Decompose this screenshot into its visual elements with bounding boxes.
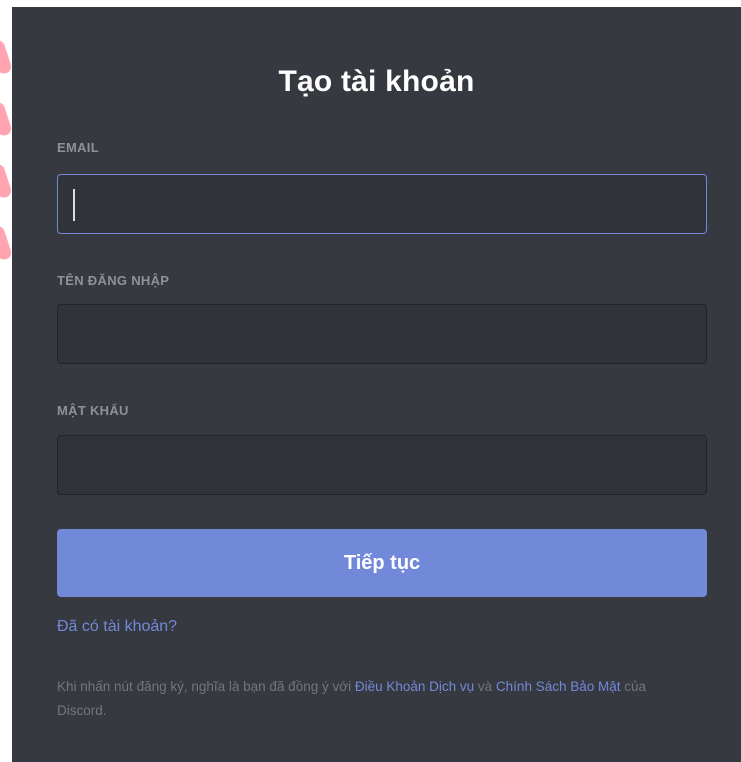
terms-of-service-link[interactable]: Điều Khoản Dịch vụ — [355, 679, 474, 694]
terms-notice: Khi nhấn nút đăng ký, nghĩa là bạn đã đồ… — [57, 675, 687, 723]
register-modal: Tạo tài khoản EMAIL TÊN ĐĂNG NHẬP MẬT KH… — [12, 7, 741, 762]
email-label: EMAIL — [57, 140, 99, 155]
password-input[interactable] — [57, 435, 707, 495]
terms-middle: và — [474, 679, 496, 694]
continue-button[interactable]: Tiếp tục — [57, 529, 707, 597]
already-have-account-link[interactable]: Đã có tài khoản? — [57, 618, 177, 636]
screen: Tạo tài khoản EMAIL TÊN ĐĂNG NHẬP MẬT KH… — [0, 0, 741, 762]
password-label: MẬT KHẨU — [57, 403, 129, 418]
page-title: Tạo tài khoản — [278, 65, 475, 98]
username-label: TÊN ĐĂNG NHẬP — [57, 273, 170, 288]
username-input[interactable] — [57, 304, 707, 364]
privacy-policy-link[interactable]: Chính Sách Bảo Mật — [496, 679, 621, 694]
terms-prefix: Khi nhấn nút đăng ký, nghĩa là bạn đã đồ… — [57, 679, 355, 694]
decorative-edge-streak — [0, 40, 12, 260]
email-input[interactable] — [57, 174, 707, 234]
text-caret — [73, 189, 75, 221]
